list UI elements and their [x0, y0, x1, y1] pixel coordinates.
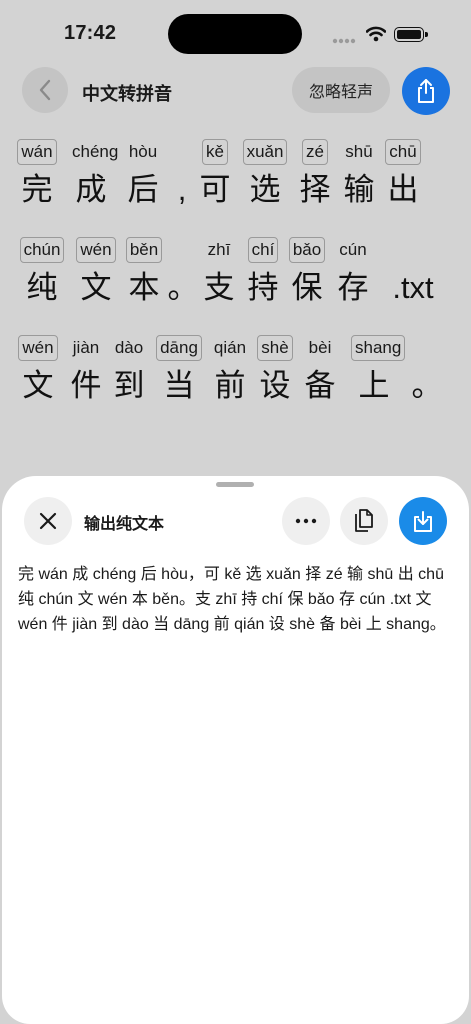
char-cell[interactable]: wén 文 [73, 237, 119, 305]
pinyin-row: wén 文 jiàn 件 dào 到 dāng 当 qián 前 shè 设 bèi 备 sh… [0, 335, 471, 415]
copy-icon [355, 509, 373, 532]
pinyin-label: hòu [128, 142, 158, 161]
pinyin-label: chún [19, 237, 65, 263]
char-cell[interactable]: bèi 备 [297, 335, 343, 403]
pinyin-label: bǎo [288, 237, 326, 263]
back-button[interactable] [22, 67, 68, 113]
hanzi-char: 当 [163, 368, 195, 403]
char-cell[interactable]: chū 出 [380, 139, 426, 207]
hanzi-char: 存 [337, 270, 369, 305]
output-plain-text[interactable]: 完 wán 成 chéng 后 hòu，可 kě 选 xuǎn 择 zé 输 s… [18, 562, 453, 637]
hanzi-char: 选 [249, 172, 281, 207]
more-button[interactable] [282, 497, 330, 545]
char-cell[interactable]: zé 择 [292, 139, 338, 207]
ignore-neutral-tone-button[interactable]: 忽略轻声 [292, 67, 390, 113]
pinyin-label: bèi [308, 338, 332, 357]
char-cell[interactable]: xuǎn 选 [242, 139, 288, 207]
hanzi-char: 纯 [26, 270, 58, 305]
pinyin-label: shū [345, 142, 373, 161]
hanzi-char: 件 [70, 368, 102, 403]
pinyin-label: wén [18, 335, 58, 361]
pinyin-label: zhī [207, 240, 231, 259]
char-cell[interactable]: wán 完 [14, 139, 60, 207]
pinyin-label: wán [17, 139, 57, 165]
close-button[interactable] [24, 497, 72, 545]
sheet-title: 输出纯文本 [84, 516, 165, 533]
hanzi-char: 到 [113, 368, 145, 403]
char-cell[interactable]: dāng 当 [156, 335, 202, 403]
hanzi-char: .txt [392, 270, 434, 305]
char-cell[interactable]: shū 输 [336, 139, 382, 207]
status-bar: 17:42 [0, 0, 471, 60]
pinyin-label: chéng [72, 142, 119, 161]
pinyin-label: wén [76, 237, 116, 263]
hanzi-char: 出 [387, 172, 419, 207]
pinyin-label: chū [385, 139, 421, 165]
char-cell[interactable]: 。 [404, 335, 450, 403]
pinyin-label: zé [302, 139, 328, 165]
page-title: 中文转拼音 [82, 84, 172, 104]
hanzi-char: 支 [203, 270, 235, 305]
char-cell[interactable]: chún 纯 [19, 237, 65, 305]
hanzi-char: 完 [21, 172, 53, 207]
pinyin-label: dào [114, 338, 144, 357]
wifi-icon [366, 26, 386, 42]
pinyin-label: shang [351, 335, 406, 361]
pinyin-label: shè [257, 335, 293, 361]
char-cell[interactable]: dào 到 [106, 335, 152, 403]
char-cell[interactable]: jiàn 件 [63, 335, 109, 403]
copy-button[interactable] [340, 497, 388, 545]
hanzi-char: 保 [291, 270, 323, 305]
hanzi-char: 设 [259, 368, 291, 403]
hanzi-char: 持 [247, 270, 279, 305]
hanzi-char: 成 [75, 172, 107, 207]
char-cell[interactable]: zhī 支 [196, 237, 242, 305]
char-cell[interactable]: kě 可 [192, 139, 238, 207]
download-icon [414, 511, 432, 532]
sheet-grabber[interactable] [216, 482, 254, 487]
pinyin-label: xuǎn [242, 139, 288, 165]
char-cell[interactable]: wén 文 [15, 335, 61, 403]
hanzi-char: 上 [358, 368, 390, 403]
hanzi-char: 文 [80, 270, 112, 305]
download-button[interactable] [399, 497, 447, 545]
cellular-signal-icon [332, 38, 356, 44]
hanzi-char: 择 [299, 172, 331, 207]
more-icon [295, 518, 317, 524]
hanzi-char: 前 [214, 368, 246, 403]
pinyin-row: wán 完 chéng 成 hòu 后 , kě 可 xuǎn 选 zé 择 shū 输 ch… [0, 139, 471, 219]
pinyin-label: dāng [156, 335, 202, 361]
chevron-left-icon [39, 79, 51, 101]
pinyin-label: chí [247, 237, 279, 263]
pinyin-label: qián [213, 338, 247, 357]
pinyin-label: cún [339, 240, 367, 259]
hanzi-char: 。 [411, 368, 443, 403]
char-cell[interactable]: qián 前 [207, 335, 253, 403]
char-cell[interactable]: shang 上 [351, 335, 406, 403]
share-button[interactable] [402, 67, 450, 115]
hanzi-char: 文 [22, 368, 54, 403]
hanzi-char: 输 [343, 172, 375, 207]
output-sheet [2, 476, 469, 1024]
hanzi-char: 备 [304, 368, 336, 403]
close-icon [39, 512, 57, 530]
pinyin-label: běn [125, 237, 163, 263]
pinyin-row: chún 纯 wén 文 běn 本 。 zhī 支 chí 持 bǎo 保 cún 存 .t… [0, 237, 471, 317]
char-cell[interactable]: chí 持 [240, 237, 286, 305]
hanzi-char: 可 [199, 172, 231, 207]
pinyin-label: kě [202, 139, 228, 165]
pinyin-label: jiàn [72, 338, 100, 357]
char-cell[interactable]: bǎo 保 [284, 237, 330, 305]
char-cell[interactable]: shè 设 [252, 335, 298, 403]
char-cell[interactable]: chéng 成 [68, 139, 118, 207]
dynamic-island [168, 14, 302, 54]
share-icon [418, 79, 434, 103]
battery-icon [394, 27, 428, 42]
status-time: 17:42 [64, 22, 117, 44]
char-cell[interactable]: cún 存 [330, 237, 376, 305]
char-cell[interactable]: .txt [390, 237, 436, 305]
